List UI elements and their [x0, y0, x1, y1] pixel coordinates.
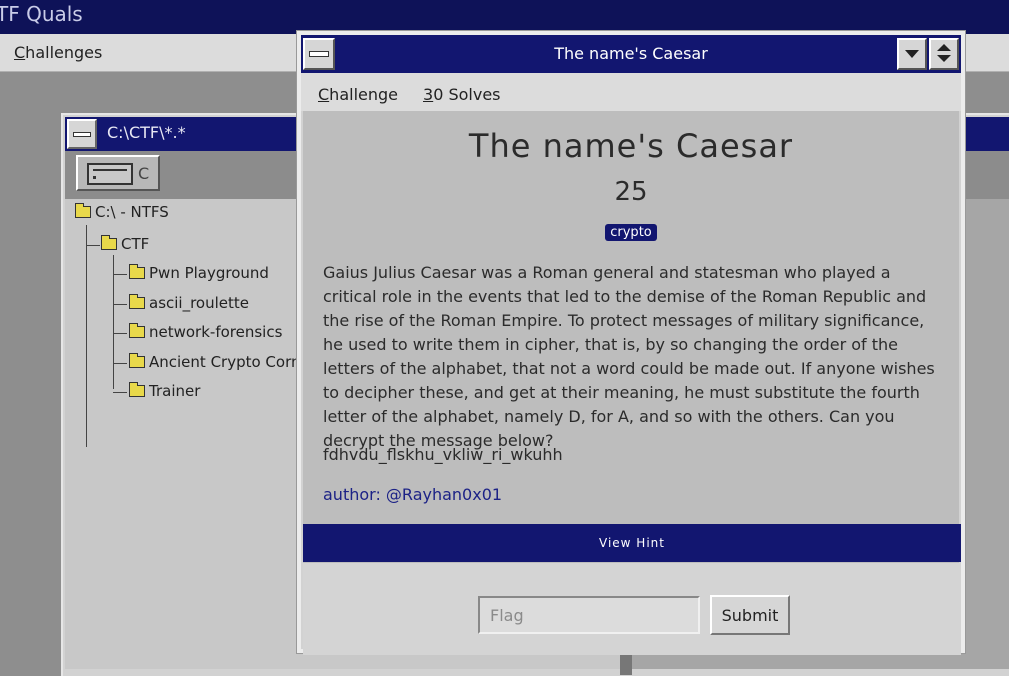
maximize-button[interactable]	[929, 38, 959, 70]
tree-item-label: CTF	[121, 235, 150, 253]
tree-line	[113, 392, 127, 393]
tree-item-label: Ancient Crypto Corne	[149, 353, 310, 371]
menu-challenges[interactable]: Challenges	[14, 43, 102, 62]
app-titlebar: TF Quals	[0, 0, 1009, 34]
tree-item-root[interactable]: C:\ - NTFS	[75, 203, 169, 221]
modal-close-button[interactable]	[303, 38, 335, 70]
modal-title: The name's Caesar	[554, 44, 708, 63]
flag-input[interactable]	[478, 596, 700, 634]
hard-drive-icon	[87, 163, 133, 185]
tab-challenge[interactable]: Challenge	[318, 85, 398, 104]
challenge-description: Gaius Julius Caesar was a Roman general …	[323, 263, 935, 450]
tree-item-folder[interactable]: network-forensics	[129, 323, 282, 341]
tree-item-folder[interactable]: Ancient Crypto Corne	[129, 353, 310, 371]
view-hint-button[interactable]: View Hint	[303, 524, 961, 562]
submit-button[interactable]: Submit	[710, 595, 790, 635]
menu-challenges-rest: hallenges	[25, 43, 103, 62]
folder-icon	[129, 294, 145, 309]
tree-item-folder[interactable]: Pwn Playground	[129, 264, 269, 282]
tree-line	[86, 245, 100, 246]
tree-line	[113, 304, 127, 305]
system-menu-icon	[309, 51, 329, 57]
open-folder-icon	[101, 235, 117, 250]
tree-item-label: network-forensics	[149, 323, 283, 341]
tree-line	[113, 255, 114, 389]
challenge-name: The name's Caesar	[468, 127, 794, 165]
challenge-tags: crypto	[303, 221, 959, 241]
tree-line	[113, 333, 127, 334]
category-badge: crypto	[605, 224, 657, 241]
minimize-button[interactable]	[897, 38, 927, 70]
tree-item-label: ascii_roulette	[149, 294, 249, 312]
modal-titlebar[interactable]: The name's Caesar	[301, 35, 961, 73]
tree-line	[113, 363, 127, 364]
challenge-ciphertext: fdhvdu_flskhu_vkliw_ri_wkuhh	[323, 445, 563, 464]
open-folder-icon	[75, 203, 91, 218]
system-menu-icon	[73, 132, 91, 137]
tree-item-label: Pwn Playground	[149, 264, 269, 282]
tree-line	[86, 225, 87, 447]
folder-icon	[129, 382, 145, 397]
modal-menubar: Challenge 30 Solves	[301, 73, 961, 111]
drive-c-button[interactable]: C	[76, 155, 160, 191]
tree-line	[113, 274, 127, 275]
challenge-modal: The name's Caesar Challenge 30 Solves Th…	[297, 31, 965, 655]
drive-letter: C	[138, 164, 150, 183]
file-manager-title: C:\CTF\*.*	[107, 123, 186, 142]
challenge-value: 25	[614, 177, 648, 207]
tree-item-label: Trainer	[149, 382, 201, 400]
tree-item-folder[interactable]: Trainer	[129, 382, 200, 400]
tree-item-ctf[interactable]: CTF	[101, 235, 149, 253]
folder-icon	[129, 264, 145, 279]
challenge-author: author: @Rayhan0x01	[323, 485, 503, 504]
challenge-content: The name's Caesar 25 crypto Gaius Julius…	[303, 111, 961, 655]
tree-item-folder[interactable]: ascii_roulette	[129, 294, 249, 312]
file-manager-system-menu-button[interactable]	[67, 119, 97, 149]
app-title: TF Quals	[0, 2, 83, 26]
flag-submit-area: Submit	[303, 563, 961, 655]
tab-solves[interactable]: 30 Solves	[423, 85, 501, 104]
tree-item-label: C:\ - NTFS	[95, 203, 169, 221]
open-folder-icon	[129, 353, 145, 368]
folder-icon	[129, 323, 145, 338]
